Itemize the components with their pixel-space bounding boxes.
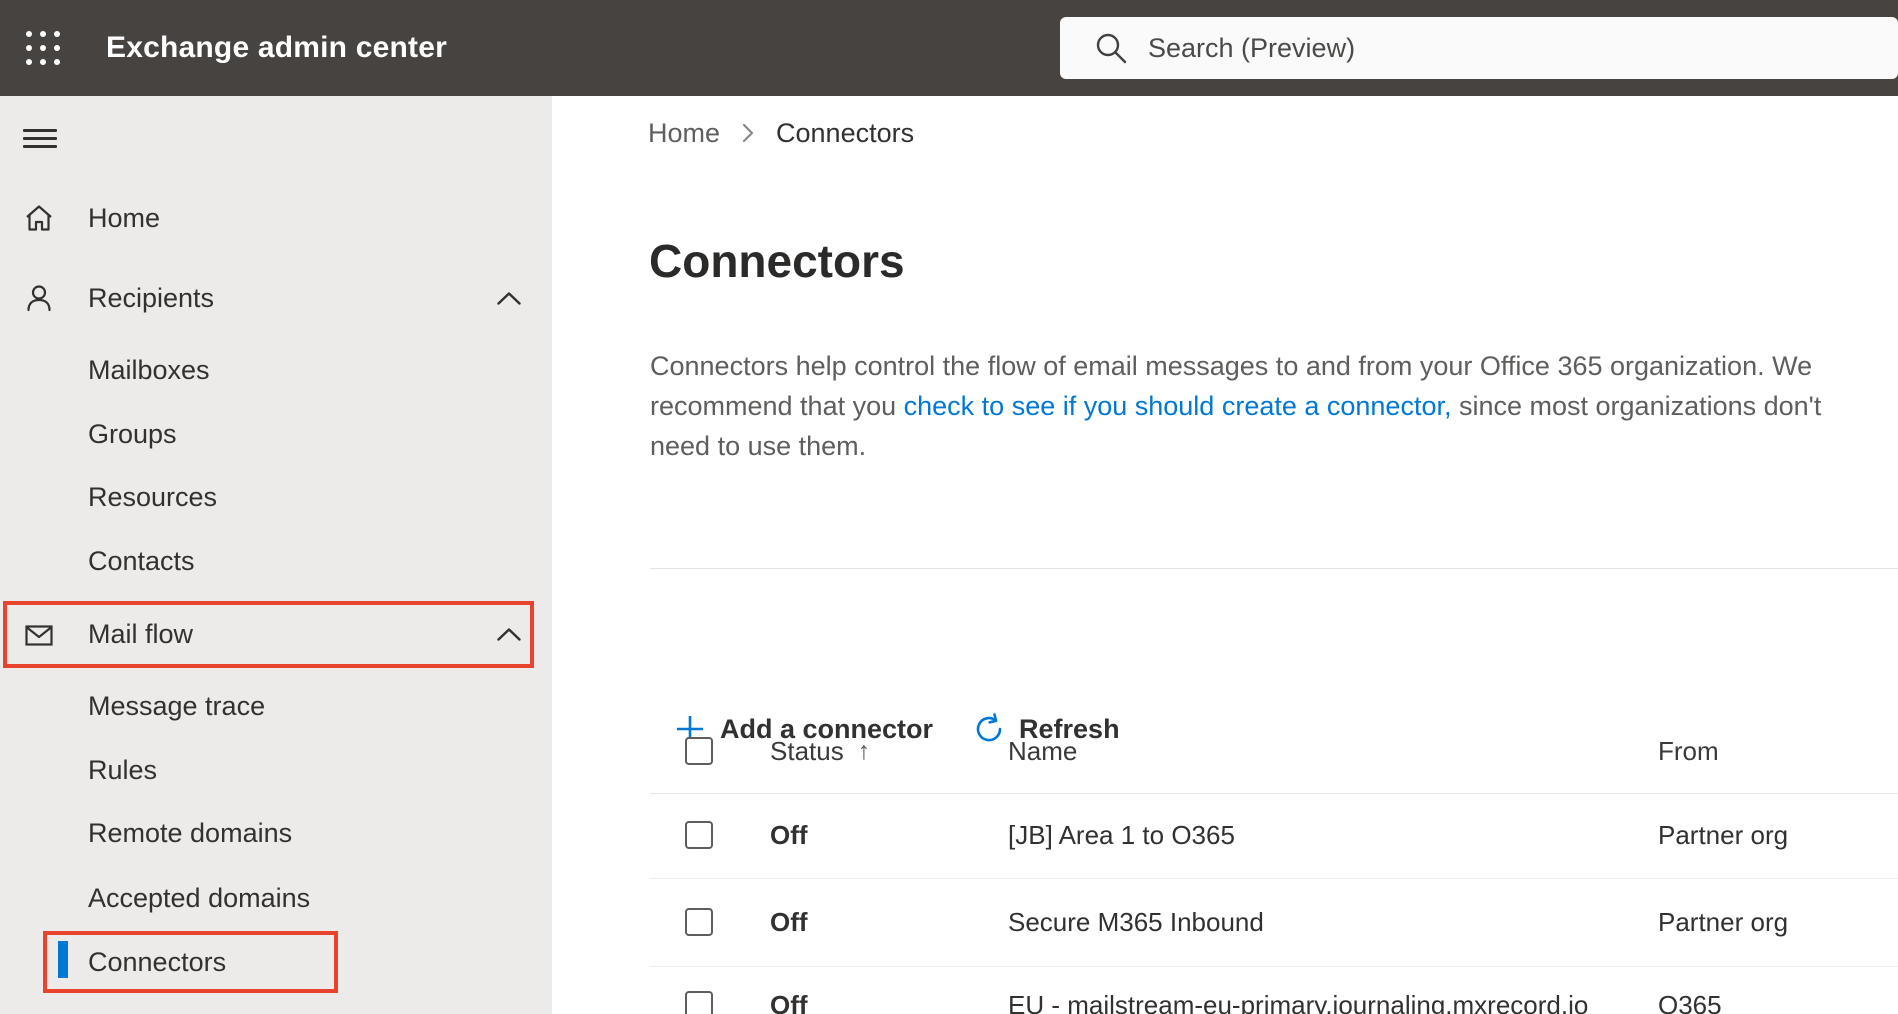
row-checkbox[interactable] [685, 991, 713, 1014]
column-header-status[interactable]: Status ↑ [770, 735, 870, 767]
sidebar-item-label: Remote domains [88, 817, 293, 848]
sidebar-item-label: Groups [88, 418, 177, 449]
sort-ascending-icon: ↑ [857, 737, 871, 765]
breadcrumb-home-link[interactable]: Home [648, 118, 720, 149]
row-from: Partner org [1658, 820, 1789, 850]
refresh-icon [976, 713, 1002, 742]
person-icon [27, 285, 51, 312]
create-connector-check-link[interactable]: check to see if you should create a conn… [904, 391, 1452, 421]
row-name-link[interactable]: EU - mailstream-eu-primary.journaling.mx… [1008, 989, 1588, 1014]
hamburger-menu-icon[interactable] [23, 129, 57, 149]
sidebar-item-groups[interactable]: Groups [0, 406, 552, 462]
sidebar-item-label: Mailboxes [88, 354, 210, 385]
main-content: Home Connectors Connectors Connectors he… [552, 96, 1898, 1014]
mail-icon [25, 625, 53, 646]
exchange-admin-center-window: Exchange admin center Home Recipients [0, 0, 1898, 1014]
search-icon [1096, 33, 1127, 64]
sidebar-item-home[interactable]: Home [0, 190, 552, 246]
sidebar-item-accepted-domains[interactable]: Accepted domains [0, 870, 552, 926]
row-from: O365 [1658, 990, 1722, 1014]
left-navigation: Home Recipients Mailboxes Groups Resourc… [0, 96, 552, 1014]
sidebar-item-mailboxes[interactable]: Mailboxes [0, 342, 552, 398]
page-title: Connectors [649, 235, 905, 287]
search-input[interactable] [1148, 17, 1888, 79]
sidebar-item-label: Message trace [88, 690, 266, 721]
row-name-link[interactable]: Secure M365 Inbound [1008, 906, 1264, 938]
sidebar-item-message-trace[interactable]: Message trace [0, 678, 552, 734]
row-checkbox[interactable] [685, 908, 713, 936]
row-divider [650, 966, 1898, 967]
column-header-name-label: Name [1008, 736, 1078, 766]
row-checkbox[interactable] [685, 821, 713, 849]
top-app-bar: Exchange admin center [0, 0, 1898, 96]
row-name-link[interactable]: [JB] Area 1 to O365 [1008, 819, 1235, 851]
chevron-right-icon [742, 123, 754, 143]
sidebar-item-label: Recipients [88, 282, 215, 313]
row-status: Off [770, 820, 808, 850]
sidebar-item-contacts[interactable]: Contacts [0, 533, 552, 589]
global-search [1060, 17, 1898, 79]
row-status: Off [770, 990, 808, 1014]
sidebar-item-label: Accepted domains [88, 882, 311, 913]
sidebar-item-rules[interactable]: Rules [0, 742, 552, 798]
select-all-checkbox[interactable] [685, 737, 713, 765]
sidebar-item-remote-domains[interactable]: Remote domains [0, 805, 552, 861]
app-title: Exchange admin center [106, 31, 447, 64]
sidebar-item-label: Mail flow [88, 618, 194, 649]
page-description: Connectors help control the flow of emai… [650, 346, 1866, 466]
column-header-from[interactable]: From [1658, 735, 1719, 767]
chevron-up-icon[interactable] [496, 290, 522, 306]
column-header-status-label: Status [770, 736, 844, 766]
sidebar-item-label: Connectors [88, 946, 227, 977]
sidebar-item-label: Rules [88, 754, 158, 785]
column-header-name[interactable]: Name [1008, 735, 1077, 767]
sidebar-item-label: Contacts [88, 545, 195, 576]
breadcrumb-current: Connectors [776, 117, 915, 148]
breadcrumb: Home Connectors [648, 117, 914, 149]
sidebar-item-resources[interactable]: Resources [0, 469, 552, 525]
column-header-from-label: From [1658, 736, 1719, 766]
sidebar-item-mail-flow[interactable]: Mail flow [0, 606, 552, 662]
selected-item-indicator [58, 941, 68, 978]
sidebar-item-label: Resources [88, 481, 218, 512]
sidebar-item-recipients[interactable]: Recipients [0, 270, 552, 326]
home-icon [26, 205, 52, 231]
row-status: Off [770, 907, 808, 937]
row-divider [650, 878, 1898, 879]
header-divider [650, 793, 1898, 794]
row-from: Partner org [1658, 907, 1789, 937]
chevron-up-icon[interactable] [496, 626, 522, 642]
sidebar-item-label: Home [88, 202, 161, 233]
sidebar-item-connectors[interactable]: Connectors [0, 934, 552, 990]
toolbar-divider [650, 568, 1898, 569]
app-launcher-icon[interactable] [22, 28, 64, 68]
